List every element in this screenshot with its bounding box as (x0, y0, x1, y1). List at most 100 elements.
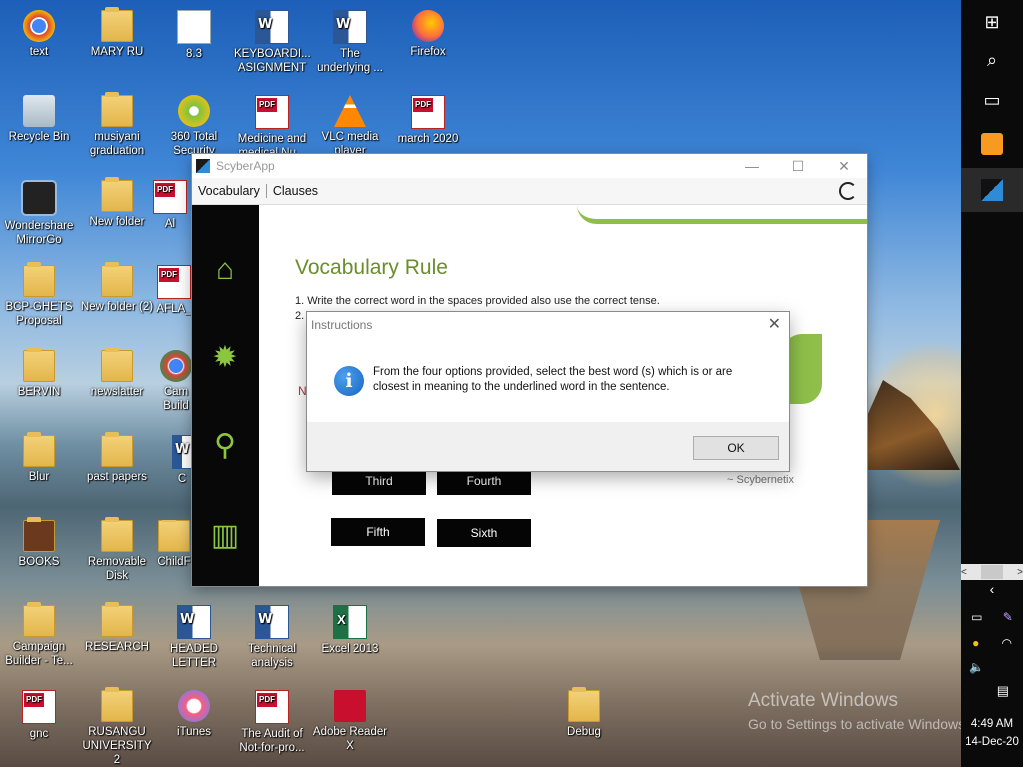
folder-icon (101, 7, 133, 42)
desktop-icon[interactable]: The Audit of Not-for-pro... (234, 690, 310, 755)
option-third-button[interactable]: Third (332, 467, 426, 495)
desktop-icon[interactable]: Blur (1, 432, 77, 484)
option-sixth-button[interactable]: Sixth (437, 519, 531, 547)
feather-icon[interactable]: ✎ (1003, 610, 1013, 624)
dialog-close-button[interactable]: ✕ (768, 312, 781, 338)
task-view-button[interactable]: ▭ (961, 78, 1023, 122)
desktop-icon[interactable]: Wondershare MirrorGo (1, 180, 77, 247)
maximize-button[interactable]: ☐ (775, 158, 821, 175)
desktop-icon[interactable]: KEYBOARDI... ASIGNMENT (234, 10, 311, 75)
wifi-icon[interactable]: ◠ (1001, 636, 1011, 650)
desktop-icon[interactable]: newslatter (79, 347, 155, 399)
folder-icon (101, 432, 133, 467)
rule-1: 1. Write the correct word in the spaces … (295, 295, 660, 307)
action-center-button[interactable]: ▤ (961, 676, 1023, 706)
app-titlebar[interactable]: ScyberApp — ☐ ✕ (192, 154, 867, 178)
excel-icon (333, 605, 367, 639)
desktop-icon[interactable]: MARY RU (79, 7, 155, 59)
desktop-icon[interactable]: Debug (546, 687, 622, 739)
desktop-icon[interactable]: Removable Disk (79, 517, 155, 583)
vlc-icon (334, 95, 366, 127)
volume-icon[interactable]: 🔈 (969, 660, 984, 674)
book-icon[interactable]: ▥ (206, 515, 244, 557)
desktop-icon[interactable]: march 2020 (390, 95, 466, 146)
desktop-icon[interactable]: musiyani graduation (79, 92, 155, 158)
activate-windows-watermark: Activate Windows Go to Settings to activ… (748, 690, 969, 732)
desktop-icon[interactable]: New folder (79, 177, 155, 229)
pdf-icon (255, 95, 289, 129)
desktop-icon[interactable]: Cam Build (160, 350, 192, 413)
folder-icon (23, 517, 55, 552)
desktop-icon[interactable]: 8.3 (156, 10, 232, 61)
show-hidden-icons-button[interactable]: ‹ (961, 574, 1023, 604)
watermark-title: Activate Windows (748, 690, 898, 711)
word-icon (255, 10, 289, 44)
lightbulb-icon[interactable]: ✹ (206, 337, 244, 379)
desktop-icon[interactable]: Technical analysis (234, 605, 310, 670)
desktop-icon[interactable]: Firefox (390, 10, 466, 59)
battery-icon[interactable]: ▭ (971, 610, 982, 624)
desktop-icon[interactable]: text (1, 10, 77, 59)
close-button[interactable]: ✕ (821, 158, 867, 175)
menu-vocabulary[interactable]: Vocabulary (192, 184, 266, 198)
desktop-icon[interactable]: Al (148, 180, 192, 231)
desktop-icon[interactable]: Recycle Bin (1, 95, 77, 144)
desktop-icon[interactable]: Excel 2013 (312, 605, 388, 656)
app-menubar: Vocabulary Clauses (192, 178, 867, 205)
desktop-icon[interactable]: C (172, 435, 192, 486)
desktop-icon[interactable]: 360 Total Security (156, 95, 232, 158)
dialog-message: From the four options provided, select t… (373, 366, 733, 393)
folder-icon (568, 687, 600, 722)
chrome-icon (23, 10, 55, 42)
desktop-icon[interactable]: gnc (1, 690, 77, 741)
desktop-icon[interactable]: ChildF (156, 520, 192, 569)
home-icon[interactable]: ⌂ (206, 249, 244, 291)
folder-icon (101, 517, 133, 552)
pdf-icon (22, 690, 56, 724)
sublime-icon (981, 133, 1003, 155)
word-icon (177, 605, 211, 639)
desktop-icon[interactable]: RESEARCH (79, 602, 155, 654)
pdf-icon (153, 180, 187, 214)
security-icon[interactable]: ● (972, 636, 979, 650)
window-controls: — ☐ ✕ (729, 158, 867, 175)
desktop-icon[interactable]: BERVIN (1, 347, 77, 399)
menu-clauses[interactable]: Clauses (267, 184, 324, 198)
clock-date[interactable]: 14-Dec-20 (961, 736, 1023, 748)
option-fourth-button[interactable]: Fourth (437, 467, 531, 495)
desktop-icon[interactable]: iTunes (156, 690, 232, 739)
dialog-titlebar[interactable]: Instructions ✕ (307, 312, 789, 338)
desktop-icon[interactable]: BOOKS (1, 517, 77, 569)
desktop-icon[interactable]: past papers (79, 432, 155, 484)
dialog-title: Instructions (311, 318, 373, 332)
desktop-icon[interactable]: Medicine and medical Nu... (234, 95, 310, 160)
taskbar-app-scyberapp[interactable] (961, 168, 1023, 212)
desktop-icon[interactable]: VLC media player (312, 95, 388, 158)
desktop-icon[interactable]: Campaign Builder - Te... (1, 602, 77, 668)
taskbar-app-sublime[interactable] (961, 122, 1023, 166)
desktop-icon[interactable]: The underlying ... (312, 10, 388, 75)
desktop-icon[interactable]: HEADED LETTER (156, 605, 232, 670)
pdf-icon (157, 265, 191, 299)
desktop-icon[interactable]: RUSANGU UNIVERSITY 2 (79, 687, 155, 767)
desktop-icon[interactable]: BCP-GHETS Proposal (1, 262, 77, 328)
desktop-icon[interactable]: Adobe Reader X (312, 690, 388, 753)
adobe-reader-icon (334, 690, 366, 722)
windows-logo-icon: ⊞ (984, 11, 1000, 32)
desktop-icon[interactable]: AFLA_ (156, 265, 192, 316)
search-button[interactable]: ⌕ (961, 38, 1023, 82)
refresh-icon[interactable] (839, 182, 857, 200)
signature: ~ Scybernetix (727, 474, 794, 486)
phone-icon (21, 180, 57, 216)
pdf-icon (255, 690, 289, 724)
minimize-button[interactable]: — (729, 158, 775, 175)
folder-icon (101, 347, 133, 382)
folder-icon (23, 602, 55, 637)
scyberapp-icon (196, 159, 210, 173)
search-icon[interactable]: ⚲ (206, 425, 244, 467)
ok-button[interactable]: OK (693, 436, 779, 460)
clock-time[interactable]: 4:49 AM (961, 718, 1023, 730)
rule-2: 2. (295, 310, 305, 322)
option-fifth-button[interactable]: Fifth (331, 518, 425, 546)
desktop-icon[interactable]: New folder (2) (79, 262, 155, 314)
